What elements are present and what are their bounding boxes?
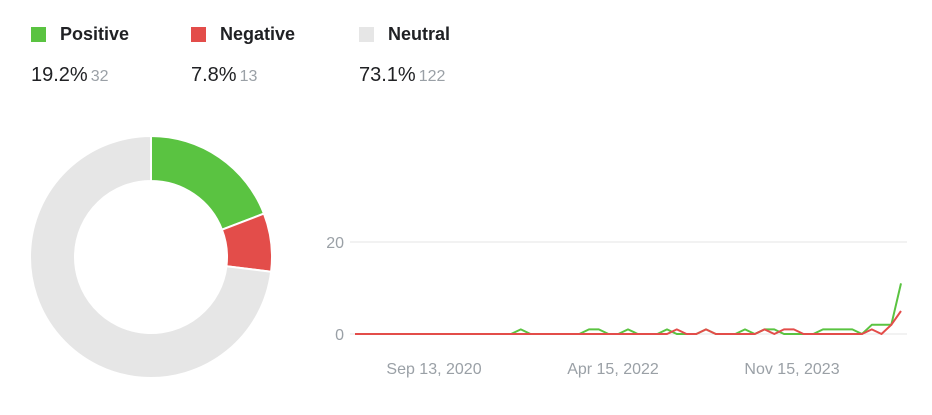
donut-slice-positive[interactable] [150, 134, 266, 232]
charts-canvas: 0 20 Sep 13, 2020 Apr 15, 2022 Nov 15, 2023 [29, 134, 907, 379]
y-tick-label: 0 [335, 327, 344, 344]
x-tick-label: Apr 15, 2022 [567, 361, 659, 378]
x-tick-label: Sep 13, 2020 [386, 361, 481, 378]
line-chart: 0 20 Sep 13, 2020 Apr 15, 2022 Nov 15, 2023 [326, 235, 907, 378]
donut-chart [29, 134, 273, 379]
x-tick-label: Nov 15, 2023 [744, 361, 839, 378]
y-tick-label: 20 [326, 235, 344, 252]
series-line-positive[interactable] [355, 283, 902, 335]
